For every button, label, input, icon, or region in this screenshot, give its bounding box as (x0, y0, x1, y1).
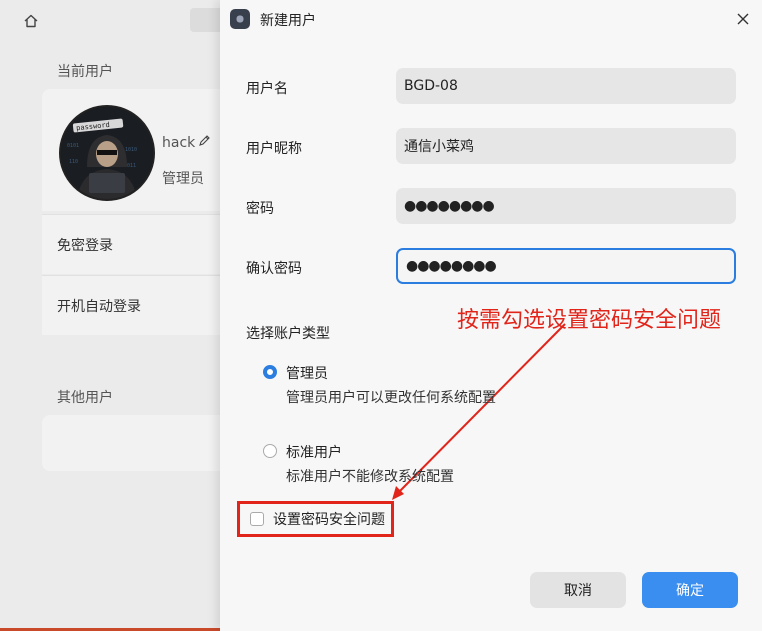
standard-user-radio[interactable] (263, 444, 277, 458)
username-label: 用户名 (246, 81, 288, 97)
standard-user-radio-desc: 标准用户不能修改系统配置 (286, 469, 454, 485)
current-user-role: 管理员 (162, 171, 204, 187)
password-label: 密码 (246, 201, 274, 217)
svg-text:1010: 1010 (125, 147, 137, 153)
confirm-password-label: 确认密码 (246, 261, 302, 277)
admin-radio-desc: 管理员用户可以更改任何系统配置 (286, 390, 496, 406)
settings-app-icon (230, 9, 250, 29)
current-user-title: 当前用户 (57, 64, 113, 80)
admin-radio-label: 管理员 (286, 366, 328, 382)
close-icon[interactable] (734, 10, 752, 28)
cancel-button[interactable]: 取消 (530, 572, 626, 608)
auto-login-row[interactable]: 开机自动登录 (42, 275, 220, 335)
avatar[interactable]: 0101 1010 110 011 password (59, 105, 155, 201)
search-strip (190, 8, 220, 32)
nickname-label: 用户昵称 (246, 141, 302, 157)
security-question-checkbox[interactable] (250, 512, 264, 526)
confirm-button[interactable]: 确定 (642, 572, 738, 608)
auto-login-label: 开机自动登录 (57, 298, 141, 315)
username-value: BGD-08 (404, 78, 458, 94)
new-user-dialog: 新建用户 用户名 BGD-08 用户昵称 通信小菜鸡 密码 ●●●●●●●● 确… (220, 0, 762, 631)
annotation-text: 按需勾选设置密码安全问题 (457, 308, 722, 333)
nickname-input[interactable]: 通信小菜鸡 (396, 128, 736, 164)
username-text: hack (162, 134, 196, 151)
settings-background-panel: 当前用户 0101 1010 110 011 password hack 管理员 免… (0, 0, 220, 631)
home-icon[interactable] (21, 11, 41, 31)
passwordless-login-label: 免密登录 (57, 237, 113, 254)
admin-radio[interactable] (263, 365, 277, 379)
svg-text:0101: 0101 (67, 143, 79, 149)
svg-text:110: 110 (69, 159, 78, 165)
nickname-value: 通信小菜鸡 (404, 139, 474, 155)
dialog-title: 新建用户 (260, 13, 316, 29)
dialog-header: 新建用户 (220, 0, 762, 38)
other-users-title: 其他用户 (57, 390, 113, 406)
security-question-label[interactable]: 设置密码安全问题 (273, 509, 385, 529)
confirm-password-input[interactable]: ●●●●●●●● (396, 248, 736, 284)
password-value: ●●●●●●●● (404, 198, 495, 214)
svg-text:011: 011 (127, 163, 136, 169)
account-type-label: 选择账户类型 (246, 326, 330, 342)
other-users-card (42, 415, 220, 471)
edit-pencil-icon[interactable] (198, 134, 211, 151)
current-username: hack (162, 134, 211, 151)
username-input[interactable]: BGD-08 (396, 68, 736, 104)
confirm-password-value: ●●●●●●●● (406, 258, 497, 274)
security-question-highlight: 设置密码安全问题 (237, 501, 394, 537)
standard-user-radio-label: 标准用户 (286, 445, 342, 461)
password-input[interactable]: ●●●●●●●● (396, 188, 736, 224)
passwordless-login-row[interactable]: 免密登录 (42, 214, 220, 274)
